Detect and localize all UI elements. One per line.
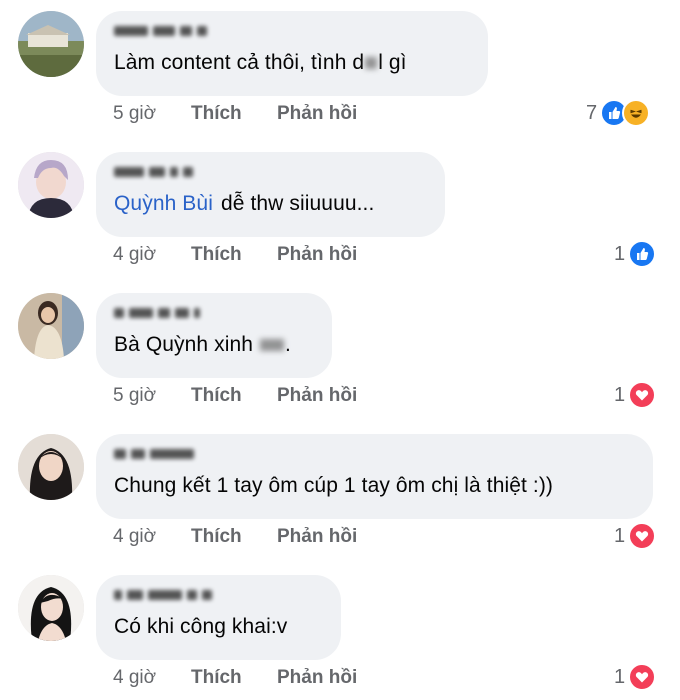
comment-bubble: Bà Quỳnh xinh . bbox=[96, 293, 332, 378]
reaction-summary[interactable]: 1 bbox=[614, 522, 657, 550]
like-button[interactable]: Thích bbox=[191, 103, 277, 125]
comment-actions: 5 giờ Thích Phản hồi bbox=[113, 385, 357, 407]
comment-bubble: Quỳnh Bùi dễ thw siiuuuu... bbox=[96, 152, 445, 237]
comment-thread: Làm content cả thôi, tình dl gì 5 giờ Th… bbox=[0, 0, 680, 700]
comment-actions: 4 giờ Thích Phản hồi bbox=[113, 244, 357, 266]
comment-text: Quỳnh Bùi dễ thw siiuuuu... bbox=[114, 192, 375, 215]
like-button[interactable]: Thích bbox=[191, 385, 277, 407]
comment-item: Quỳnh Bùi dễ thw siiuuuu... 4 giờ Thích P… bbox=[0, 141, 680, 282]
like-button[interactable]: Thích bbox=[191, 667, 277, 689]
reaction-count: 1 bbox=[614, 383, 626, 406]
comment-actions: 5 giờ Thích Phản hồi bbox=[113, 103, 357, 125]
comment-time[interactable]: 5 giờ bbox=[113, 103, 191, 125]
avatar[interactable] bbox=[18, 11, 84, 77]
commenter-name-blurred bbox=[114, 164, 193, 180]
comment-text: Chung kết 1 tay ôm cúp 1 tay ôm chị là t… bbox=[114, 474, 554, 497]
reaction-summary[interactable]: 1 bbox=[614, 663, 657, 691]
reaction-summary[interactable]: 1 bbox=[614, 240, 657, 268]
commenter-name-blurred bbox=[114, 305, 200, 321]
comment-time[interactable]: 4 giờ bbox=[113, 667, 191, 689]
reaction-count: 1 bbox=[614, 242, 626, 265]
love-reaction-icon bbox=[628, 663, 657, 691]
comment-time[interactable]: 4 giờ bbox=[113, 526, 191, 548]
comment-item: Chung kết 1 tay ôm cúp 1 tay ôm chị là t… bbox=[0, 423, 680, 564]
like-button[interactable]: Thích bbox=[191, 526, 277, 548]
love-reaction-icon bbox=[628, 381, 657, 409]
comment-time[interactable]: 5 giờ bbox=[113, 385, 191, 407]
reaction-count: 1 bbox=[614, 524, 626, 547]
comment-text: Làm content cả thôi, tình dl gì bbox=[114, 51, 407, 74]
like-reaction-icon bbox=[628, 240, 657, 268]
reply-button[interactable]: Phản hồi bbox=[277, 244, 357, 266]
comment-item: Làm content cả thôi, tình dl gì 5 giờ Th… bbox=[0, 0, 680, 141]
comment-actions: 4 giờ Thích Phản hồi bbox=[113, 526, 357, 548]
commenter-name-blurred bbox=[114, 446, 194, 462]
reply-button[interactable]: Phản hồi bbox=[277, 385, 357, 407]
comment-bubble: Có khi công khai:v bbox=[96, 575, 341, 660]
comment-item: Có khi công khai:v 4 giờ Thích Phản hồi … bbox=[0, 564, 680, 700]
avatar[interactable] bbox=[18, 152, 84, 218]
comment-time[interactable]: 4 giờ bbox=[113, 244, 191, 266]
comment-item: Bà Quỳnh xinh . 5 giờ Thích Phản hồi 1 bbox=[0, 282, 680, 423]
reaction-summary[interactable]: 7 bbox=[586, 99, 651, 127]
comment-text: Bà Quỳnh xinh . bbox=[114, 333, 291, 356]
love-reaction-icon bbox=[628, 522, 657, 550]
like-button[interactable]: Thích bbox=[191, 244, 277, 266]
reaction-count: 7 bbox=[586, 101, 598, 124]
haha-reaction-icon bbox=[622, 99, 651, 127]
avatar[interactable] bbox=[18, 434, 84, 500]
commenter-name-blurred bbox=[114, 587, 212, 603]
comment-bubble: Làm content cả thôi, tình dl gì bbox=[96, 11, 488, 96]
mention-link[interactable]: Quỳnh Bùi bbox=[114, 192, 213, 215]
commenter-name-blurred bbox=[114, 23, 207, 39]
reply-button[interactable]: Phản hồi bbox=[277, 103, 357, 125]
reaction-summary[interactable]: 1 bbox=[614, 381, 657, 409]
reaction-count: 1 bbox=[614, 665, 626, 688]
comment-actions: 4 giờ Thích Phản hồi bbox=[113, 667, 357, 689]
reply-button[interactable]: Phản hồi bbox=[277, 667, 357, 689]
reply-button[interactable]: Phản hồi bbox=[277, 526, 357, 548]
comment-bubble: Chung kết 1 tay ôm cúp 1 tay ôm chị là t… bbox=[96, 434, 653, 519]
avatar[interactable] bbox=[18, 575, 84, 641]
comment-text: Có khi công khai:v bbox=[114, 615, 288, 638]
avatar[interactable] bbox=[18, 293, 84, 359]
